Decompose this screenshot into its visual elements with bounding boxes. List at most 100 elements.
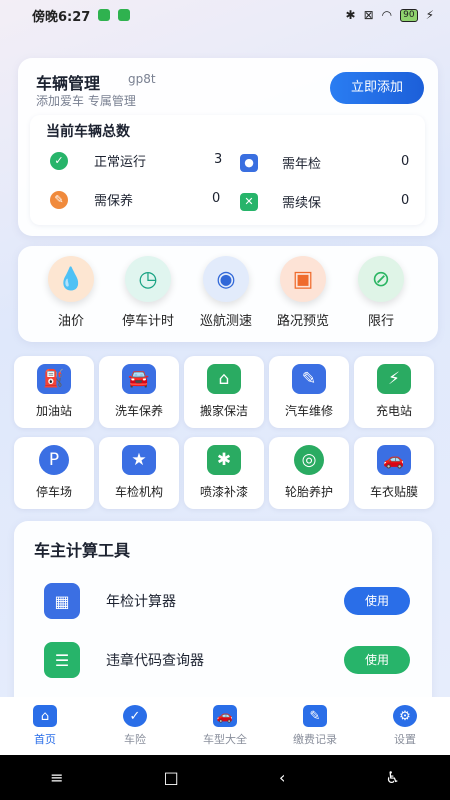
tab-payment-records[interactable]: ✎ 缴费记录 — [275, 705, 355, 747]
stat-value: 0 — [212, 191, 221, 206]
service-car-wrap[interactable]: 🚗 车衣贴膜 — [354, 437, 434, 509]
clock-icon: ◷ — [125, 256, 171, 302]
quick-traffic-restriction[interactable]: ⊘ 限行 — [346, 256, 416, 329]
tire-icon: ◎ — [294, 445, 324, 475]
service-label: 车衣贴膜 — [369, 485, 418, 499]
shield-check-icon: ✓ — [123, 705, 147, 727]
quick-label: 停车计时 — [121, 314, 174, 329]
oil-drop-icon: 💧 — [48, 256, 94, 302]
car-cover-icon: 🚗 — [377, 445, 411, 475]
service-label: 轮胎养护 — [284, 485, 333, 499]
notification-icon — [98, 9, 111, 21]
quick-actions-card: 💧 油价 ◷ 停车计时 ◉ 巡航测速 ▣ 路况预览 ⊘ 限行 — [18, 246, 438, 342]
moving-truck-icon: ⌂ — [207, 364, 241, 394]
service-inspection-station[interactable]: ★ 车检机构 — [99, 437, 179, 509]
stat-value: 0 — [401, 154, 410, 169]
use-annual-inspection-button[interactable]: 使用 — [344, 587, 410, 615]
speedometer-icon: ◉ — [203, 256, 249, 302]
service-car-wash[interactable]: 🚘 洗车保养 — [99, 356, 179, 428]
system-navigation-bar: ≡ □ ‹ ♿ — [0, 755, 450, 800]
quick-cruise-speed[interactable]: ◉ 巡航测速 — [191, 256, 261, 329]
service-charging-station[interactable]: ⚡ 充电站 — [354, 356, 434, 428]
service-label: 充电站 — [375, 404, 412, 418]
car-wash-icon: 🚘 — [122, 364, 156, 394]
service-parking[interactable]: P 停车场 — [14, 437, 94, 509]
use-violation-code-button[interactable]: 使用 — [344, 646, 410, 674]
tool-row-annual-inspection: ▦ 年检计算器 使用 — [34, 579, 414, 623]
gear-icon: ⚙ — [393, 705, 417, 727]
tab-label: 车型大全 — [203, 733, 247, 746]
tab-settings[interactable]: ⚙ 设置 — [365, 705, 445, 747]
tools-title: 车主计算工具 — [34, 541, 131, 560]
no-entry-icon: ⊘ — [358, 256, 404, 302]
battery-icon: 90 — [400, 8, 418, 22]
service-label: 车检机构 — [114, 485, 163, 499]
quick-label: 路况预览 — [276, 314, 329, 329]
tool-row-violation-code: ☰ 违章代码查询器 使用 — [34, 638, 414, 682]
wifi-icon: ◠ — [381, 8, 393, 22]
app-screen: 傍晚6:27 ✱ ⊠ ◠ 90 ⚡ 车辆管理 gp8t 添加爱车 专属管理 立即… — [0, 0, 450, 800]
service-label: 喷漆补漆 — [199, 485, 248, 499]
tool-label: 违章代码查询器 — [106, 653, 204, 669]
service-gas-station[interactable]: ⛽ 加油站 — [14, 356, 94, 428]
vehicle-summary-panel: 当前车辆总数 ✓ 正常运行 3 ● 需年检 0 ✎ 需保养 0 ✕ 需续保 0 — [30, 115, 425, 225]
service-label: 加油站 — [35, 404, 72, 418]
service-label: 洗车保养 — [114, 404, 163, 418]
service-painting[interactable]: ✱ 喷漆补漆 — [184, 437, 264, 509]
accessibility-icon[interactable]: ♿ — [386, 768, 400, 787]
sim-icon: ⊠ — [363, 8, 374, 22]
stat-label: 需保养 — [94, 194, 134, 209]
spray-gun-icon: ✱ — [207, 445, 241, 475]
bluetooth-icon: ✱ — [345, 8, 356, 22]
calculator-icon: ▦ — [44, 583, 80, 619]
check-circle-icon: ✓ — [50, 151, 68, 170]
tab-label: 车险 — [124, 733, 146, 746]
menu-icon[interactable]: ≡ — [50, 768, 63, 787]
notification-icon — [118, 9, 131, 21]
stat-running: ✓ 正常运行 — [50, 151, 146, 170]
ev-charger-icon: ⚡ — [377, 364, 411, 394]
tab-label: 首页 — [34, 733, 56, 746]
service-label: 停车场 — [35, 485, 72, 499]
add-vehicle-button[interactable]: 立即添加 — [330, 72, 424, 104]
status-bar: 傍晚6:27 ✱ ⊠ ◠ 90 ⚡ — [0, 0, 450, 30]
back-icon[interactable]: ‹ — [279, 768, 285, 787]
service-label: 汽车维修 — [284, 404, 333, 418]
home-square-icon[interactable]: □ — [164, 768, 179, 787]
stat-renewal: ✕ 需续保 — [240, 192, 321, 211]
gas-pump-icon: ⛽ — [37, 364, 71, 394]
tab-label: 缴费记录 — [293, 733, 337, 746]
car-icon: 🚗 — [213, 705, 237, 727]
stat-inspection: ● 需年检 — [240, 153, 321, 172]
tab-insurance[interactable]: ✓ 车险 — [95, 705, 175, 747]
service-tire-care[interactable]: ◎ 轮胎养护 — [269, 437, 349, 509]
quick-label: 油价 — [57, 314, 84, 329]
stat-value: 0 — [401, 193, 410, 208]
username-label: gp8t — [128, 72, 156, 86]
stat-label: 正常运行 — [94, 155, 147, 170]
shield-icon: ● — [240, 153, 258, 172]
tab-label: 设置 — [394, 733, 416, 746]
quick-road-preview[interactable]: ▣ 路况预览 — [268, 256, 338, 329]
document-edit-icon: ✎ — [303, 705, 327, 727]
shield-cross-icon: ✕ — [240, 192, 258, 211]
quick-parking-timer[interactable]: ◷ 停车计时 — [113, 256, 183, 329]
vehicle-management-desc: 添加爱车 专属管理 — [36, 94, 136, 108]
document-list-icon: ☰ — [44, 642, 80, 678]
stat-maintenance: ✎ 需保养 — [50, 190, 133, 209]
home-icon: ⌂ — [33, 705, 57, 727]
service-label: 搬家保洁 — [199, 404, 248, 418]
wrench-icon: ✎ — [292, 364, 326, 394]
status-time: 傍晚6:27 — [32, 9, 91, 25]
stat-label: 需续保 — [282, 196, 322, 211]
service-moving-cleaning[interactable]: ⌂ 搬家保洁 — [184, 356, 264, 428]
charging-icon: ⚡ — [425, 8, 434, 22]
stat-label: 需年检 — [282, 157, 322, 172]
wrench-icon: ✎ — [50, 190, 68, 209]
quick-label: 巡航测速 — [199, 314, 252, 329]
camera-icon: ▣ — [280, 256, 326, 302]
service-car-repair[interactable]: ✎ 汽车维修 — [269, 356, 349, 428]
tab-car-models[interactable]: 🚗 车型大全 — [185, 705, 265, 747]
quick-oil-price[interactable]: 💧 油价 — [36, 256, 106, 329]
tab-home[interactable]: ⌂ 首页 — [5, 705, 85, 747]
